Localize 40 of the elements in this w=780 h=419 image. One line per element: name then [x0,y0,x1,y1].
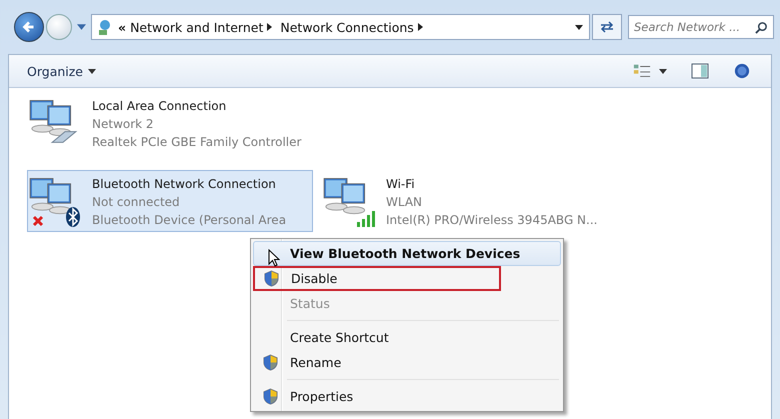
view-options-icon[interactable] [633,63,651,79]
address-bar[interactable]: « Network and Internet Network Connections [91,14,590,40]
connection-item[interactable]: Bluetooth Network Connection Not connected Bluetooth Device (Personal Area [27,170,313,232]
connection-name: Wi-Fi [386,176,416,193]
back-button[interactable] [14,12,44,42]
disconnected-x-icon [32,215,44,227]
menu-item[interactable]: Create Shortcut [253,325,561,350]
breadcrumb[interactable]: Network and Internet [130,20,264,34]
menu-item[interactable]: View Bluetooth Network Devices [253,241,561,266]
adapter-name: Bluetooth Device (Personal Area [92,212,286,229]
menu-item[interactable]: Disable [253,266,501,291]
connection-item[interactable]: Local Area Connection Network 2 Realtek PCIe GBE Family Controller [27,92,611,154]
signal-bars-icon [356,211,376,227]
breadcrumb-arrow-icon[interactable] [267,23,272,31]
connection-status: WLAN [386,194,424,211]
refresh-button[interactable] [592,14,622,40]
connection-status: Network 2 [92,116,155,133]
history-caret-icon[interactable] [575,24,583,30]
preview-pane-icon[interactable] [691,63,709,79]
caret-icon [88,68,96,74]
connection-status: Not connected [92,194,181,211]
connection-name: Bluetooth Network Connection [92,176,277,193]
bluetooth-icon [66,207,80,227]
connection-name: Local Area Connection [92,98,228,115]
connection-item[interactable]: Wi-Fi WLAN Intel(R) PRO/Wireless 3945ABG N... [321,170,611,232]
search-field[interactable]: Search Network ... [628,15,774,39]
organize-menu-button[interactable]: Organize [21,60,102,82]
recent-pages-caret-icon [77,24,86,30]
cable-icon [50,129,78,145]
breadcrumb[interactable]: Network Connections [280,20,414,34]
overflow-chevron[interactable]: « [118,20,126,34]
search-icon [755,21,768,34]
view-caret-icon[interactable] [659,68,667,74]
breadcrumb-arrow-icon[interactable] [418,23,423,31]
mouse-pointer-icon [268,249,280,267]
menu-item[interactable]: Rename [253,350,561,375]
adapter-name: Intel(R) PRO/Wireless 3945ABG N... [386,212,598,229]
menu-item[interactable]: Properties [253,384,561,409]
adapter-name: Realtek PCIe GBE Family Controller [92,134,302,151]
refresh-icon [599,21,615,33]
